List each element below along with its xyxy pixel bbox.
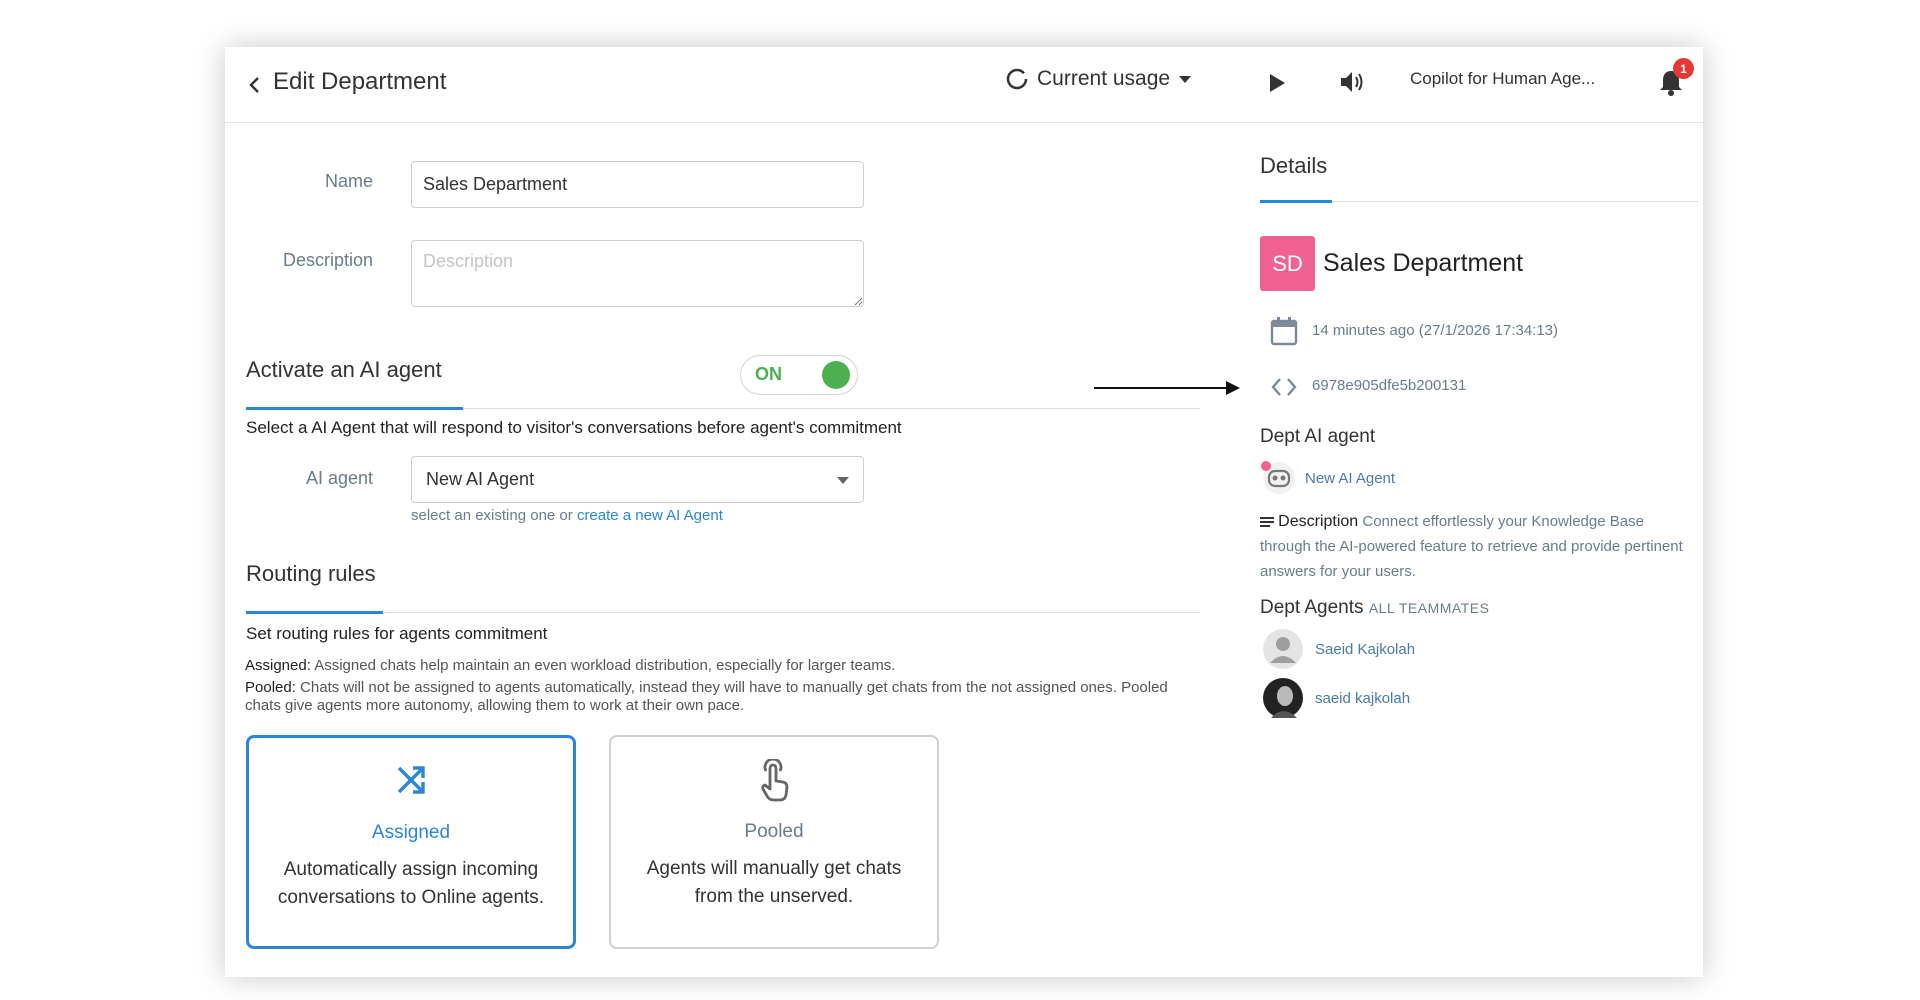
description-label: Description	[282, 250, 373, 270]
caret-down-icon	[837, 477, 849, 484]
created-timestamp: 14 minutes ago (27/1/2026 17:34:13)	[1312, 322, 1559, 339]
avatar: SD	[1260, 236, 1315, 291]
routing-instruction: Set routing rules for agents commitment	[246, 624, 548, 643]
agent-name: Saeid Kajkolah	[1315, 640, 1416, 658]
agent-name: saeid kajkolah	[1315, 689, 1411, 707]
caret-down-icon	[1179, 76, 1192, 83]
agent-row[interactable]: saeid kajkolah	[1263, 678, 1410, 718]
usage-ring-icon	[1006, 68, 1028, 90]
copilot-selector[interactable]: Copilot for Human Age...	[1410, 69, 1610, 89]
create-ai-agent-link[interactable]: create a new AI Agent	[577, 507, 723, 524]
name-input[interactable]	[411, 161, 864, 208]
list-lines-icon	[1260, 517, 1274, 528]
assigned-text: Assigned chats help maintain an even wor…	[314, 657, 896, 674]
pooled-card-desc: Agents will manually get chats from the …	[646, 858, 902, 907]
ai-agent-description: Description Connect effortlessly your Kn…	[1260, 509, 1690, 584]
details-underline	[1260, 200, 1332, 203]
all-teammates-label: ALL TEAMMATES	[1368, 600, 1490, 616]
page-title: Edit Department	[273, 68, 447, 95]
pooled-card[interactable]: Pooled Agents will manually get chats fr…	[609, 735, 939, 949]
code-icon	[1271, 378, 1297, 396]
dept-ai-agent-title: Dept AI agent	[1260, 426, 1376, 447]
ai-agent-toggle[interactable]: ON	[740, 355, 858, 395]
routing-explanation: Assigned: Assigned chats help maintain a…	[245, 657, 1205, 715]
pointer-arrow-head	[1226, 381, 1240, 395]
assigned-card-title: Assigned	[371, 822, 451, 843]
current-usage-label: Current usage	[1037, 67, 1171, 90]
assigned-card[interactable]: Assigned Automatically assign incoming c…	[246, 735, 576, 949]
agent-row[interactable]: Saeid Kajkolah	[1263, 629, 1415, 669]
avatar	[1263, 629, 1303, 669]
ai-agent-section-title: Activate an AI agent	[246, 357, 442, 382]
pooled-text: Chats will not be assigned to agents aut…	[245, 679, 1168, 714]
ai-agent-hint-text: select an existing one or	[411, 507, 573, 524]
play-icon[interactable]	[1265, 69, 1289, 97]
dept-ai-agent-name: New AI Agent	[1305, 469, 1396, 487]
chevron-left-icon[interactable]	[243, 73, 267, 97]
assigned-key: Assigned:	[245, 657, 311, 674]
department-id: 6978e905dfe5b200131	[1312, 377, 1467, 394]
pooled-key: Pooled:	[245, 679, 296, 696]
details-title: Details	[1260, 153, 1328, 178]
ai-agent-instruction: Select a AI Agent that will respond to v…	[246, 418, 902, 437]
avatar	[1263, 678, 1303, 718]
notification-badge: 1	[1673, 58, 1694, 79]
name-label: Name	[324, 171, 373, 191]
description-field[interactable]	[411, 240, 864, 307]
current-usage-dropdown[interactable]: Current usage	[1005, 67, 1192, 91]
top-bar: Edit Department Current usage Copilot fo…	[225, 47, 1703, 123]
description-key: Description	[1278, 513, 1359, 530]
ai-section-underline	[246, 407, 463, 410]
touch-hand-icon	[761, 757, 789, 802]
ai-agent-select-value: New AI Agent	[426, 469, 535, 489]
department-name: Sales Department	[1323, 249, 1524, 277]
ai-agent-hint: select an existing one or create a new A…	[411, 507, 723, 524]
dept-agents-label: Dept Agents	[1260, 597, 1364, 618]
routing-divider	[246, 612, 1200, 613]
routing-underline	[246, 611, 383, 614]
dept-agents-title: Dept Agents ALL TEAMMATES	[1260, 597, 1489, 619]
assigned-card-desc: Automatically assign incoming conversati…	[277, 859, 545, 908]
shuffle-icon	[397, 766, 425, 794]
pooled-card-title: Pooled	[744, 821, 804, 842]
volume-icon[interactable]	[1337, 67, 1367, 97]
robot-icon	[1261, 461, 1295, 494]
toggle-knob	[822, 361, 850, 389]
toggle-on-label: ON	[755, 364, 782, 384]
ai-agent-select[interactable]: New AI Agent	[411, 456, 864, 503]
ai-agent-label: AI agent	[305, 468, 373, 488]
pointer-arrow	[1094, 387, 1230, 389]
routing-rules-title: Routing rules	[246, 561, 376, 586]
pooled-explanation: Pooled: Chats will not be assigned to ag…	[245, 679, 1205, 715]
calendar-icon	[1270, 317, 1298, 346]
dept-ai-agent-row[interactable]: New AI Agent	[1261, 460, 1395, 496]
assigned-explanation: Assigned: Assigned chats help maintain a…	[245, 657, 1205, 675]
